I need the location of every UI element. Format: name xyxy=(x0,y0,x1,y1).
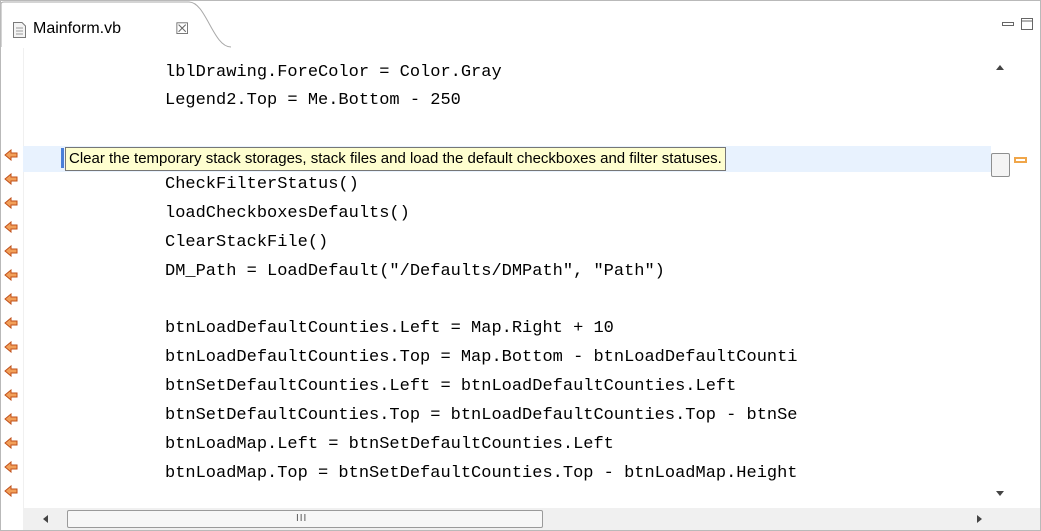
editor-window: Mainform.vb ☒ lblDrawing.ForeColor = Col… xyxy=(0,0,1041,531)
horizontal-scroll-thumb[interactable]: III xyxy=(67,510,543,528)
file-icon xyxy=(13,22,26,38)
arrow-left-icon[interactable] xyxy=(4,196,18,210)
code-line[interactable]: btnLoadMap.Left = btnSetDefaultCounties.… xyxy=(165,434,614,456)
maximize-icon[interactable] xyxy=(1020,17,1034,31)
code-editor[interactable]: lblDrawing.ForeColor = Color.Gray Legend… xyxy=(1,48,1040,530)
tab-title: Mainform.vb xyxy=(33,20,122,37)
code-line[interactable]: btnLoadDefaultCounties.Top = Map.Bottom … xyxy=(165,347,798,369)
arrow-left-icon[interactable] xyxy=(4,436,18,450)
scroll-left-icon[interactable] xyxy=(43,515,48,523)
code-line[interactable]: btnLoadMap.Top = btnSetDefaultCounties.T… xyxy=(165,463,798,485)
minimize-icon[interactable] xyxy=(1001,17,1015,27)
arrow-left-icon[interactable] xyxy=(4,268,18,282)
arrow-left-icon[interactable] xyxy=(4,316,18,330)
vertical-scroll-thumb[interactable] xyxy=(991,153,1010,177)
arrow-left-icon[interactable] xyxy=(4,340,18,354)
tooltip-caret xyxy=(61,148,64,168)
close-icon[interactable]: ☒ xyxy=(175,19,189,39)
arrow-left-icon[interactable] xyxy=(4,220,18,234)
code-line[interactable]: btnSetDefaultCounties.Top = btnLoadDefau… xyxy=(165,405,798,427)
arrow-left-icon[interactable] xyxy=(4,292,18,306)
overview-ruler xyxy=(1010,48,1040,508)
arrow-left-icon[interactable] xyxy=(4,484,18,498)
arrow-left-icon[interactable] xyxy=(4,172,18,186)
grip-icon: III xyxy=(296,513,308,524)
code-line[interactable]: btnSetDefaultCounties.Left = btnLoadDefa… xyxy=(165,376,736,398)
code-line[interactable]: DM_Path = LoadDefault("/Defaults/DMPath"… xyxy=(165,261,665,283)
arrow-left-icon[interactable] xyxy=(4,412,18,426)
vertical-scrollbar[interactable] xyxy=(991,48,1010,508)
hover-tooltip: Clear the temporary stack storages, stac… xyxy=(65,147,726,171)
code-area[interactable]: lblDrawing.ForeColor = Color.Gray Legend… xyxy=(23,48,991,508)
annotation-ruler xyxy=(1,48,24,508)
code-line[interactable]: ClearStackFile() xyxy=(165,232,328,254)
code-line[interactable]: lblDrawing.ForeColor = Color.Gray xyxy=(165,62,502,84)
scroll-up-icon[interactable] xyxy=(996,65,1004,70)
code-line[interactable]: btnLoadDefaultCounties.Left = Map.Right … xyxy=(165,318,614,340)
arrow-left-icon[interactable] xyxy=(4,148,18,162)
code-line[interactable]: loadCheckboxesDefaults() xyxy=(165,203,410,225)
tab-bar: Mainform.vb ☒ xyxy=(1,1,1040,48)
arrow-left-icon[interactable] xyxy=(4,244,18,258)
overview-marker[interactable] xyxy=(1014,157,1027,163)
tab-mainform[interactable]: Mainform.vb ☒ xyxy=(1,1,233,48)
code-line[interactable]: Legend2.Top = Me.Bottom - 250 xyxy=(165,90,461,112)
arrow-left-icon[interactable] xyxy=(4,364,18,378)
arrow-left-icon[interactable] xyxy=(4,388,18,402)
scrollbar-corner xyxy=(991,508,1040,530)
code-line[interactable]: CheckFilterStatus() xyxy=(165,174,359,196)
scroll-down-icon[interactable] xyxy=(996,491,1004,496)
horizontal-scrollbar[interactable]: III xyxy=(23,508,991,530)
arrow-left-icon[interactable] xyxy=(4,460,18,474)
scroll-right-icon[interactable] xyxy=(977,515,982,523)
